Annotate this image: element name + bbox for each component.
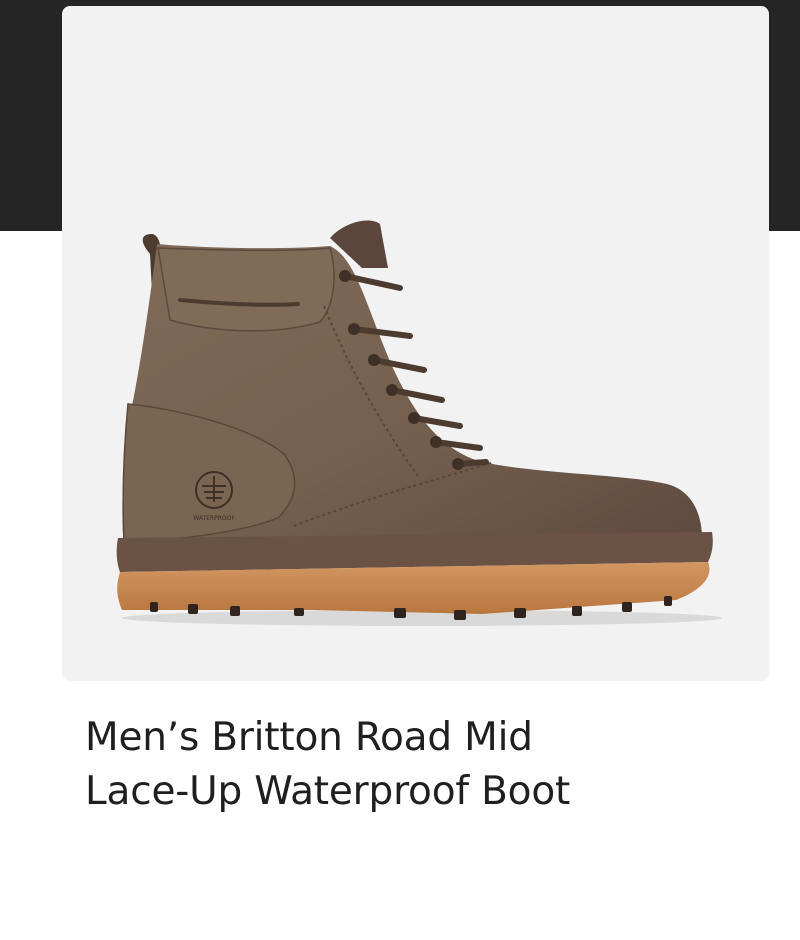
logo-waterproof-text: WATERPROOF xyxy=(193,515,235,522)
product-title-line-1: Men’s Britton Road Mid xyxy=(85,715,533,760)
boot-image[interactable]: WATERPROOF xyxy=(62,6,769,681)
product-title[interactable]: Men’s Britton Road Mid Lace-Up Waterproo… xyxy=(85,711,725,819)
boot-collar xyxy=(157,247,335,332)
product-card[interactable]: WATERPROOF xyxy=(62,6,769,681)
product-title-line-2: Lace-Up Waterproof Boot xyxy=(85,769,571,814)
